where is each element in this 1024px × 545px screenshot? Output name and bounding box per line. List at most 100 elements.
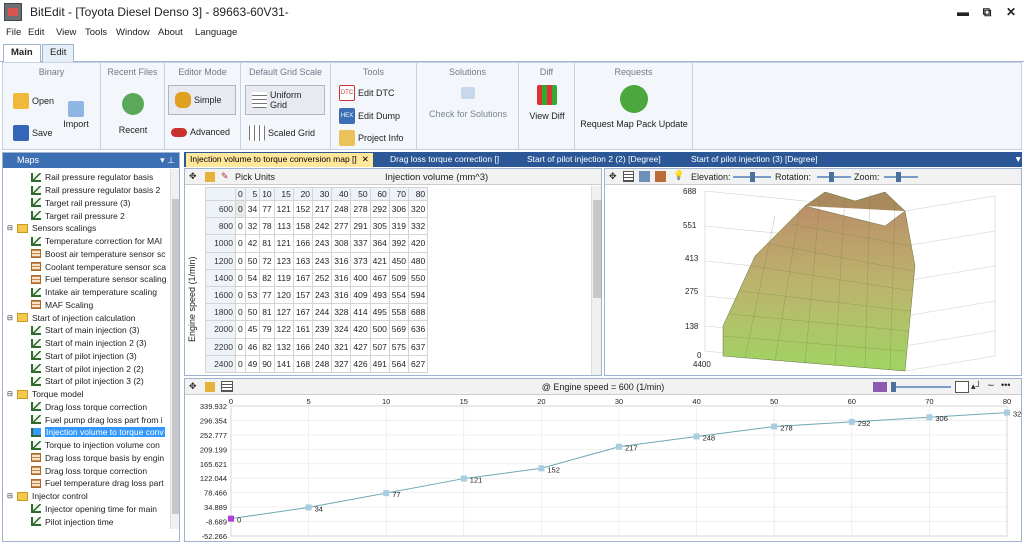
table-cell[interactable]: 42 bbox=[244, 234, 261, 253]
table-cell[interactable]: 77 bbox=[259, 199, 275, 219]
table-cell[interactable]: 72 bbox=[259, 251, 275, 270]
table-cell[interactable]: 90 bbox=[259, 354, 275, 373]
tree-map-item[interactable]: Intake air temperature scaling bbox=[31, 286, 157, 299]
table-cell[interactable]: 121 bbox=[273, 234, 294, 253]
table-cell[interactable]: 500 bbox=[369, 320, 390, 339]
table-cell[interactable]: 467 bbox=[369, 268, 390, 287]
axes-icon[interactable] bbox=[639, 171, 650, 182]
color-map-icon[interactable] bbox=[655, 171, 666, 182]
table-cell[interactable]: 119 bbox=[273, 268, 294, 287]
table-cell[interactable]: 53 bbox=[244, 285, 261, 305]
table-cell[interactable]: 337 bbox=[350, 234, 371, 253]
table-cell[interactable]: 0 bbox=[235, 337, 246, 356]
table-cell[interactable]: 688 bbox=[407, 303, 429, 322]
zoom-slider[interactable] bbox=[884, 176, 918, 178]
table-cell[interactable]: 627 bbox=[407, 354, 429, 373]
table-cell[interactable]: 239 bbox=[312, 320, 333, 339]
save-button[interactable]: Save bbox=[13, 125, 53, 141]
table-cell[interactable]: 637 bbox=[407, 337, 429, 356]
simple-mode-button[interactable]: Simple bbox=[168, 85, 236, 115]
table-cell[interactable]: 420 bbox=[350, 320, 371, 339]
edit-dtc-button[interactable]: DTC Edit DTC bbox=[339, 85, 395, 101]
table-cell[interactable]: 54 bbox=[244, 268, 261, 287]
table-cell[interactable]: 392 bbox=[388, 234, 409, 253]
table-cell[interactable]: 495 bbox=[369, 303, 390, 322]
data-point[interactable] bbox=[926, 414, 933, 421]
tree-folder[interactable]: ⊟ Injector control bbox=[7, 490, 88, 503]
line-markers-icon[interactable]: ▴┘ bbox=[971, 381, 982, 392]
table-cell[interactable]: 0 bbox=[235, 199, 246, 219]
collapse-icon[interactable]: ⊟ bbox=[7, 492, 13, 500]
table-cell[interactable]: 45 bbox=[244, 320, 261, 339]
table-cell[interactable]: 554 bbox=[388, 285, 409, 305]
tree-map-item[interactable]: Torque to injection volume con bbox=[31, 439, 160, 452]
table-cell[interactable]: 120 bbox=[273, 285, 294, 305]
rotation-slider-thumb[interactable] bbox=[829, 172, 834, 182]
minimize-button[interactable]: ▬ bbox=[952, 3, 974, 21]
pick-units-icon[interactable]: ✎ bbox=[221, 171, 229, 182]
tree-scrollbar[interactable] bbox=[170, 169, 179, 529]
edit-dump-button[interactable]: HEX Edit Dump bbox=[339, 108, 400, 124]
table-cell[interactable]: 163 bbox=[292, 251, 314, 270]
tree-map-item[interactable]: Fuel temperature sensor scaling bbox=[31, 273, 166, 286]
table-cell[interactable]: 308 bbox=[331, 234, 352, 253]
collapse-icon[interactable]: ⊟ bbox=[7, 224, 13, 232]
table-cell[interactable]: 575 bbox=[388, 337, 409, 356]
table-cell[interactable]: 564 bbox=[388, 354, 409, 373]
doc-tab-injection-volume[interactable]: Injection volume to torque conversion ma… bbox=[186, 153, 373, 167]
palette-icon[interactable] bbox=[205, 172, 215, 182]
table-cell[interactable]: 81 bbox=[259, 234, 275, 253]
table-cell[interactable]: 0 bbox=[235, 268, 246, 287]
menu-about[interactable]: About bbox=[158, 27, 183, 38]
table-cell[interactable]: 166 bbox=[292, 234, 314, 253]
table-cell[interactable]: 82 bbox=[259, 268, 275, 287]
table-cell[interactable]: 157 bbox=[292, 285, 314, 305]
table-cell[interactable]: 291 bbox=[350, 217, 371, 236]
table-cell[interactable]: 121 bbox=[273, 199, 294, 219]
table-cell[interactable]: 321 bbox=[331, 337, 352, 356]
table-cell[interactable]: 319 bbox=[388, 217, 409, 236]
table-cell[interactable]: 167 bbox=[292, 303, 314, 322]
tree-map-item[interactable]: Target rail pressure 2 bbox=[31, 209, 125, 222]
collapse-icon[interactable]: ⊟ bbox=[7, 314, 13, 322]
data-point[interactable] bbox=[616, 443, 622, 450]
table-cell[interactable]: 78 bbox=[259, 217, 275, 236]
table-cell[interactable]: 49 bbox=[244, 354, 261, 373]
table-cell[interactable]: 243 bbox=[312, 234, 333, 253]
table-cell[interactable]: 316 bbox=[331, 285, 352, 305]
rotation-slider[interactable] bbox=[817, 176, 851, 178]
move-icon[interactable]: ✥ bbox=[609, 171, 617, 182]
tree-map-item[interactable]: Fuel pump drag loss part from i bbox=[31, 413, 163, 426]
line-icon[interactable]: ∼ bbox=[987, 380, 995, 391]
surface-plot[interactable]: 688 551 413 275 138 0 4400 bbox=[605, 186, 1021, 375]
table-cell[interactable]: 32 bbox=[244, 217, 261, 236]
data-point[interactable] bbox=[305, 504, 312, 511]
table-cell[interactable]: 364 bbox=[369, 234, 390, 253]
table-cell[interactable]: 248 bbox=[331, 199, 352, 219]
tree-map-item[interactable]: Start of pilot injection 3 (2) bbox=[31, 375, 144, 388]
tree-map-item[interactable]: Drag loss torque basis by engin bbox=[31, 452, 164, 465]
series-color-icon[interactable] bbox=[873, 382, 887, 392]
advanced-mode-button[interactable]: Advanced bbox=[171, 127, 230, 137]
table-cell[interactable]: 400 bbox=[350, 268, 371, 287]
tree-map-item[interactable]: Start of main injection 2 (3) bbox=[31, 337, 147, 350]
recent-button[interactable]: Recent bbox=[113, 93, 153, 135]
data-point[interactable] bbox=[460, 475, 467, 482]
graph-slider[interactable] bbox=[891, 386, 951, 388]
menu-window[interactable]: Window bbox=[116, 27, 150, 38]
table-cell[interactable]: 420 bbox=[407, 234, 429, 253]
pick-units-button[interactable]: Pick Units bbox=[235, 172, 275, 182]
data-point[interactable] bbox=[771, 423, 778, 430]
table-cell[interactable]: 426 bbox=[350, 354, 371, 373]
project-info-button[interactable]: Project Info bbox=[339, 130, 404, 146]
data-point[interactable] bbox=[538, 465, 545, 472]
tree-map-item[interactable]: Rail pressure regulator basis 2 bbox=[31, 184, 160, 197]
table-cell[interactable]: 50 bbox=[244, 251, 261, 270]
line-chart[interactable]: 339.932 296.354 252.777 209.199 165.621 122.0… bbox=[185, 396, 1021, 542]
tree-folder[interactable]: ⊟ Start of injection calculation bbox=[7, 311, 135, 324]
table-cell[interactable]: 0 bbox=[235, 303, 246, 322]
table-cell[interactable]: 141 bbox=[273, 354, 294, 373]
table-cell[interactable]: 132 bbox=[273, 337, 294, 356]
table-cell[interactable]: 166 bbox=[292, 337, 314, 356]
close-tab-icon[interactable]: ✕ bbox=[362, 154, 369, 164]
